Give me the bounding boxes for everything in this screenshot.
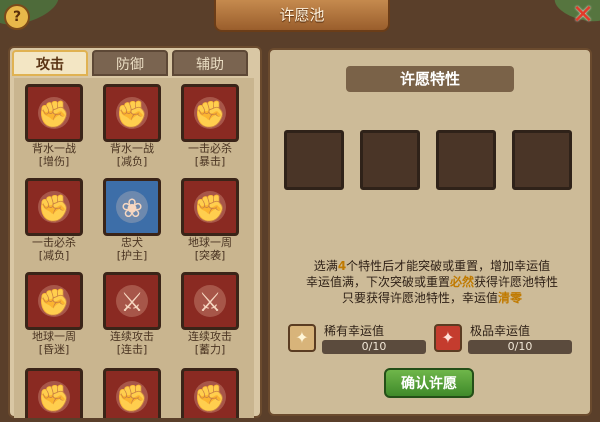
epic-luck-value: 0/10	[507, 340, 533, 353]
star-red-icon: ✦	[434, 324, 462, 352]
star-gold-icon: ✦	[288, 324, 316, 352]
skill-name: 连续攻击	[188, 330, 232, 343]
skill-tag: [蓄力]	[194, 343, 226, 356]
wish-title: 许愿特性	[346, 66, 514, 92]
paw-print-icon: ❀	[103, 178, 161, 236]
skill-card[interactable]: ✊	[22, 368, 86, 418]
epic-luck-label: 极品幸运值	[470, 324, 531, 338]
slash-combo-icon: ⚔	[181, 272, 239, 330]
skill-card[interactable]: ✊ 一击必杀 [减负]	[22, 178, 86, 262]
tab-attack[interactable]: 攻击	[12, 50, 88, 76]
skill-tag: [连击]	[116, 343, 148, 356]
skill-tag: [护主]	[116, 249, 148, 262]
wish-slot[interactable]	[360, 130, 420, 190]
punch-strike-icon: ✊	[181, 84, 239, 142]
skill-tag: [减负]	[116, 155, 148, 168]
skill-card[interactable]: ✊ 背水一战 [增伤]	[22, 84, 86, 168]
rare-luck-bar: 0/10	[322, 340, 426, 354]
skill-card[interactable]: ✊ 地球一周 [昏迷]	[22, 272, 86, 356]
skill-card[interactable]: ✊ 一击必杀 [暴击]	[178, 84, 242, 168]
tab-support[interactable]: 辅助	[172, 50, 248, 76]
skill-name: 忠犬	[121, 236, 143, 249]
wish-panel	[268, 48, 592, 416]
skill-card[interactable]: ❀ 忠犬 [护主]	[100, 178, 164, 262]
globe-fist-icon: ✊	[25, 272, 83, 330]
skill-name: 背水一战	[32, 142, 76, 155]
rare-luck-label: 稀有幸运值	[324, 324, 385, 338]
wish-slot[interactable]	[284, 130, 344, 190]
skill-tag: [昏迷]	[38, 343, 70, 356]
wish-slot[interactable]	[512, 130, 572, 190]
skill-name: 地球一周	[32, 330, 76, 343]
skill-name: 连续攻击	[110, 330, 154, 343]
berserker-portrait-icon: ✊	[103, 84, 161, 142]
close-icon[interactable]: ✕	[570, 2, 596, 28]
berserker-portrait-icon: ✊	[25, 84, 83, 142]
skill-tag: [减负]	[38, 249, 70, 262]
skill-name: 背水一战	[110, 142, 154, 155]
paw-strike-icon: ✊	[181, 368, 239, 418]
skill-grid: ✊ 背水一战 [增伤] ✊ 背水一战 [减负] ✊ 一击必杀 [暴击] ✊ 一击…	[14, 78, 254, 418]
wish-rule-line: 选满4个特性后才能突破或重置，增加幸运值	[313, 259, 551, 273]
skill-name: 地球一周	[188, 236, 232, 249]
skill-tag: [突袭]	[194, 249, 226, 262]
help-icon[interactable]: ?	[4, 4, 30, 30]
wish-slot[interactable]	[436, 130, 496, 190]
epic-luck-bar: 0/10	[468, 340, 572, 354]
wish-rule-line: 幸运值满，下次突破或重置必然获得许愿池特性	[305, 275, 559, 289]
skill-tag: [增伤]	[38, 155, 70, 168]
skill-name: 一击必杀	[32, 236, 76, 249]
skill-card[interactable]: ✊	[178, 368, 242, 418]
skill-card[interactable]: ✊	[100, 368, 164, 418]
slash-combo-icon: ⚔	[103, 272, 161, 330]
rare-luck-value: 0/10	[361, 340, 387, 353]
punch-strike-icon: ✊	[25, 178, 83, 236]
skill-card[interactable]: ⚔ 连续攻击 [连击]	[100, 272, 164, 356]
skill-card[interactable]: ⚔ 连续攻击 [蓄力]	[178, 272, 242, 356]
wish-rule-line: 只要获得许愿池特性，幸运值清零	[341, 291, 523, 305]
page-title: 许愿池	[214, 0, 390, 32]
berserker-portrait-icon: ✊	[25, 368, 83, 418]
tab-defense[interactable]: 防御	[92, 50, 168, 76]
skill-card[interactable]: ✊ 地球一周 [突袭]	[178, 178, 242, 262]
berserker-portrait-icon: ✊	[103, 368, 161, 418]
skill-name: 一击必杀	[188, 142, 232, 155]
confirm-wish-button[interactable]: 确认许愿	[384, 368, 474, 398]
globe-fist-icon: ✊	[181, 178, 239, 236]
skill-card[interactable]: ✊ 背水一战 [减负]	[100, 84, 164, 168]
skill-tag: [暴击]	[194, 155, 226, 168]
